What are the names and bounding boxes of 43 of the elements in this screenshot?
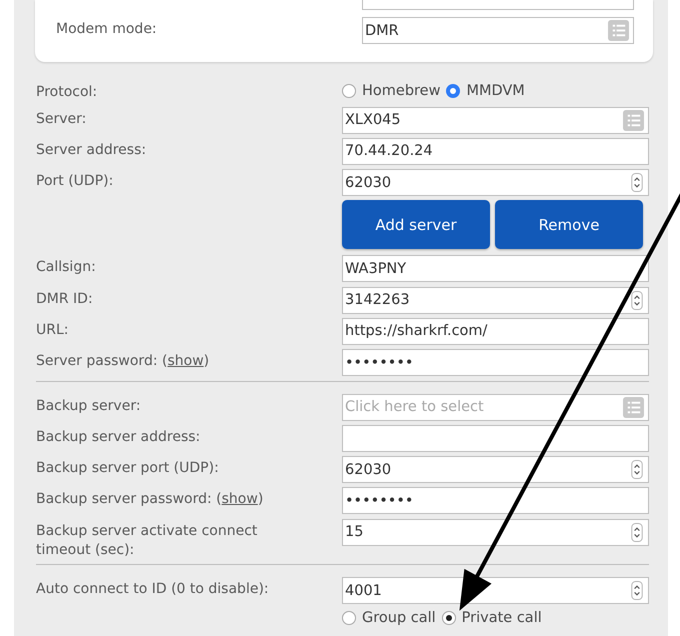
- input-field[interactable]: https://sharkrf.com/: [342, 318, 649, 345]
- spinner-icon[interactable]: [631, 460, 643, 480]
- radio-option[interactable]: Group call: [342, 610, 436, 626]
- field-label: Backup server address:: [36, 428, 202, 447]
- input-field[interactable]: 15: [342, 518, 649, 546]
- input-field[interactable]: [342, 424, 649, 452]
- input-field[interactable]: 70.44.20.24: [342, 138, 649, 165]
- field-label: URL:: [36, 320, 70, 340]
- field-label: Server address:: [36, 140, 148, 160]
- radio-option[interactable]: MMDVM: [446, 83, 525, 99]
- input-field[interactable]: 4001: [342, 577, 649, 604]
- spinner-icon[interactable]: [631, 522, 643, 542]
- field-label: Server password: (show): [36, 352, 210, 372]
- field-label: Backup server port (UDP):: [36, 459, 220, 478]
- radio-option[interactable]: Private call: [442, 610, 542, 626]
- spinner-icon[interactable]: [631, 290, 643, 310]
- field-label: Server:: [36, 110, 88, 128]
- spinner-icon[interactable]: [631, 173, 643, 192]
- field-label: Callsign:: [36, 258, 97, 278]
- add-button[interactable]: Add server: [342, 200, 490, 250]
- field-label: Backup server password: (show): [36, 490, 264, 510]
- input-field[interactable]: 62030: [342, 169, 649, 196]
- field-label: Protocol:: [36, 82, 98, 102]
- field-label: Auto connect to ID (0 to disable):: [36, 580, 270, 600]
- input-field[interactable]: 62030: [342, 456, 649, 484]
- field-label: Modem mode:: [56, 20, 158, 39]
- select-field[interactable]: DMR: [362, 17, 634, 44]
- field-label: Backup server:: [36, 396, 142, 416]
- input-field[interactable]: ••••••••: [342, 349, 649, 376]
- field-label: Backup server activate connect timeout (sec):: [36, 522, 258, 560]
- radio-option[interactable]: Homebrew: [342, 83, 440, 99]
- select-field[interactable]: XLX045: [342, 106, 649, 134]
- spinner-icon[interactable]: [631, 581, 643, 600]
- input-field[interactable]: ••••••••: [342, 487, 649, 514]
- input-field[interactable]: WA3PNY: [342, 255, 649, 282]
- show-link[interactable]: show: [167, 353, 204, 370]
- input-field[interactable]: 3142263: [342, 286, 649, 314]
- field-label: Port (UDP):: [36, 172, 114, 192]
- input-field[interactable]: [362, 0, 634, 10]
- field-label: DMR ID:: [36, 290, 94, 309]
- select-field[interactable]: Click here to select: [342, 394, 649, 421]
- remove-button[interactable]: Remove: [495, 200, 643, 250]
- show-link[interactable]: show: [222, 491, 258, 508]
